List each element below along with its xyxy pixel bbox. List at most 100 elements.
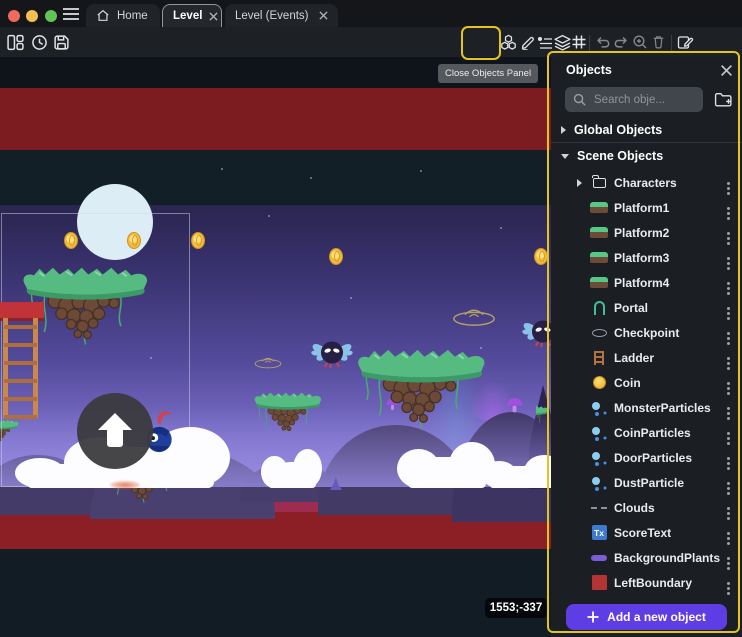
object-row-platform1[interactable]: Platform1 [551, 195, 742, 220]
platform-island-instance[interactable] [536, 398, 551, 438]
close-tab-icon[interactable] [209, 12, 218, 21]
tab-home[interactable]: Home [86, 4, 160, 27]
object-row-clouds[interactable]: Clouds [551, 495, 742, 520]
section-global-objects[interactable]: Global Objects [551, 120, 742, 140]
background-band-black-bottom [0, 549, 551, 637]
touch-up-arrow-button[interactable] [77, 393, 153, 469]
object-row-platform4[interactable]: Platform4 [551, 270, 742, 295]
edit-instances-icon[interactable] [520, 34, 538, 52]
monster-instance[interactable] [308, 336, 356, 369]
undo-icon[interactable] [595, 34, 613, 52]
object-name: Clouds [614, 501, 655, 515]
object-row-scoretext[interactable]: Tx ScoreText [551, 520, 742, 545]
kebab-menu-icon[interactable] [722, 575, 734, 591]
window-minimize-button[interactable] [26, 10, 38, 22]
kebab-menu-icon[interactable] [722, 225, 734, 241]
object-row-dustparticle[interactable]: DustParticle [551, 470, 742, 495]
boundary-icon [592, 575, 607, 590]
platform-island-instance[interactable] [353, 345, 490, 438]
platform-icon [590, 202, 608, 213]
background-band-red-top [0, 88, 551, 150]
object-row-coinparticles[interactable]: CoinParticles [551, 420, 742, 445]
save-icon[interactable] [53, 34, 71, 52]
window-zoom-button[interactable] [45, 10, 57, 22]
titlebar: Home Level Level (Events) [0, 0, 742, 27]
object-row-coin[interactable]: Coin [551, 370, 742, 395]
object-groups-icon[interactable] [500, 34, 518, 52]
object-name: Characters [614, 176, 677, 190]
platform-island-instance[interactable] [231, 390, 345, 439]
add-folder-icon[interactable] [714, 88, 736, 110]
checkpoint-instance[interactable] [253, 355, 283, 369]
object-row-monsterparticles[interactable]: MonsterParticles [551, 395, 742, 420]
kebab-menu-icon[interactable] [722, 525, 734, 541]
search-input[interactable] [592, 93, 695, 107]
object-row-portal[interactable]: Portal [551, 295, 742, 320]
kebab-menu-icon[interactable] [722, 325, 734, 341]
monster-instance[interactable] [519, 315, 551, 348]
text-icon: Tx [592, 525, 607, 540]
coin-instance[interactable] [191, 232, 205, 249]
kebab-menu-icon[interactable] [722, 350, 734, 366]
layers-icon[interactable] [554, 34, 572, 52]
ladder-instance[interactable] [0, 302, 46, 422]
object-row-platform3[interactable]: Platform3 [551, 245, 742, 270]
object-name: DoorParticles [614, 451, 692, 465]
kebab-menu-icon[interactable] [722, 400, 734, 416]
star [350, 297, 352, 299]
star [268, 215, 270, 217]
folder-icon [593, 178, 606, 188]
instances-list-icon[interactable] [537, 34, 555, 52]
object-name: Checkpoint [614, 326, 679, 340]
search-bar[interactable] [565, 87, 703, 112]
object-row-characters[interactable]: Characters [551, 170, 742, 195]
object-name: Portal [614, 301, 648, 315]
close-tab-icon[interactable] [319, 11, 328, 20]
window-close-button[interactable] [8, 10, 20, 22]
coin-instance[interactable] [329, 248, 343, 265]
tab-level-events[interactable]: Level (Events) [225, 4, 338, 27]
object-name: ScoreText [614, 526, 671, 540]
scene-canvas[interactable]: 1553;-337 [0, 57, 551, 637]
section-scene-objects[interactable]: Scene Objects [551, 146, 742, 166]
kebab-menu-icon[interactable] [722, 475, 734, 491]
caret-right-icon [561, 126, 566, 134]
object-row-checkpoint[interactable]: Checkpoint [551, 320, 742, 345]
kebab-menu-icon[interactable] [722, 275, 734, 291]
kebab-menu-icon[interactable] [722, 500, 734, 516]
checkpoint-icon [592, 329, 607, 337]
kebab-menu-icon[interactable] [722, 450, 734, 466]
cloud-instance[interactable] [268, 462, 316, 488]
project-manager-icon[interactable] [7, 34, 25, 52]
checkpoint-instance[interactable] [450, 305, 498, 327]
close-panel-button[interactable] [720, 63, 734, 77]
object-name: Ladder [614, 351, 654, 365]
coin-icon [593, 376, 606, 389]
menu-icon[interactable] [62, 6, 80, 22]
coin-instance[interactable] [534, 248, 548, 265]
cloud-instance[interactable] [408, 457, 486, 488]
kebab-menu-icon[interactable] [722, 175, 734, 191]
object-row-leftboundary[interactable]: LeftBoundary [551, 570, 742, 595]
kebab-menu-icon[interactable] [722, 425, 734, 441]
object-row-backgroundplants[interactable]: BackgroundPlants [551, 545, 742, 570]
cloud-instance[interactable] [490, 466, 551, 488]
edit-scene-icon[interactable] [677, 34, 695, 52]
trash-icon[interactable] [651, 34, 669, 52]
grid-icon[interactable] [571, 34, 589, 52]
redo-icon[interactable] [613, 34, 631, 52]
tab-level[interactable]: Level [162, 4, 222, 27]
zoom-icon[interactable] [632, 34, 650, 52]
kebab-menu-icon[interactable] [722, 375, 734, 391]
kebab-menu-icon[interactable] [722, 200, 734, 216]
object-row-platform2[interactable]: Platform2 [551, 220, 742, 245]
objects-list: Characters Platform1 Platform2 Platform3… [551, 170, 742, 595]
object-row-doorparticles[interactable]: DoorParticles [551, 445, 742, 470]
kebab-menu-icon[interactable] [722, 300, 734, 316]
platform-icon [590, 227, 608, 238]
object-row-ladder[interactable]: Ladder [551, 345, 742, 370]
kebab-menu-icon[interactable] [722, 250, 734, 266]
add-object-button[interactable]: Add a new object [566, 604, 727, 630]
kebab-menu-icon[interactable] [722, 550, 734, 566]
history-icon[interactable] [31, 34, 49, 52]
